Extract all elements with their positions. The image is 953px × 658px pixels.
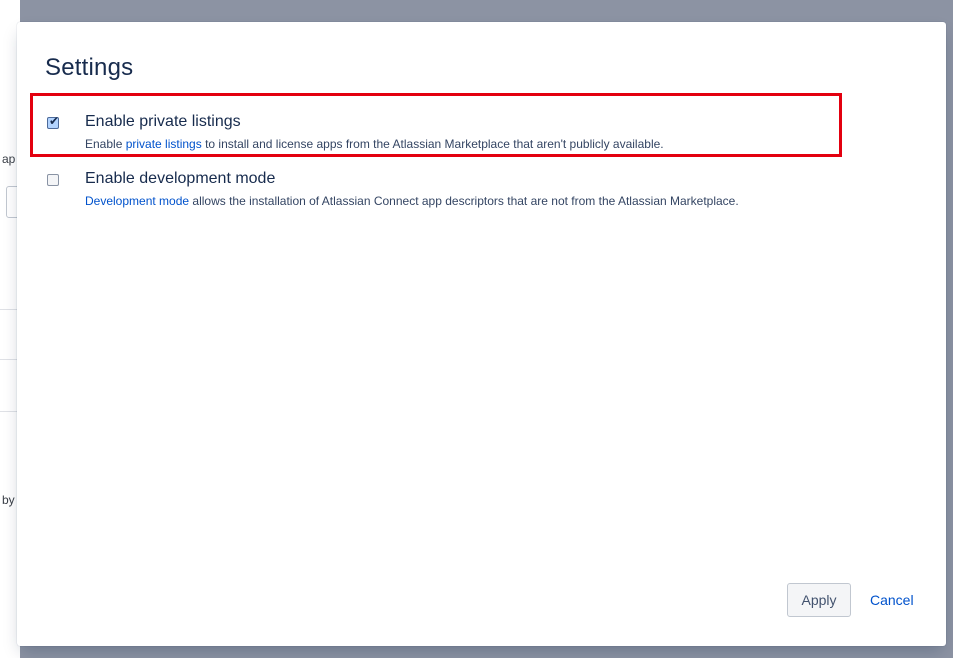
dialog-title: Settings	[45, 54, 134, 81]
private-listings-link[interactable]: private listings	[126, 137, 202, 151]
private-listings-description: Enable private listings to install and l…	[85, 135, 845, 153]
description-text: to install and license apps from the Atl…	[201, 137, 664, 151]
private-listings-label[interactable]: Enable private listings	[85, 113, 241, 131]
development-mode-label[interactable]: Enable development mode	[85, 170, 275, 188]
checkmark-icon: ✔	[49, 114, 60, 128]
development-mode-link[interactable]: Development mode	[85, 194, 189, 208]
cancel-link[interactable]: Cancel	[870, 592, 914, 608]
development-mode-description: Development mode allows the installation…	[85, 192, 855, 210]
description-text: allows the installation of Atlassian Con…	[189, 194, 739, 208]
apply-button[interactable]: Apply	[787, 583, 851, 617]
description-text: Enable	[85, 137, 126, 151]
private-listings-checkbox[interactable]: ✔	[47, 114, 60, 129]
development-mode-checkbox[interactable]	[47, 174, 59, 186]
settings-dialog: Settings ✔ Enable private listings Enabl…	[17, 22, 946, 646]
background-text-fragment: by	[2, 493, 15, 507]
background-text-fragment: ap	[2, 152, 16, 166]
